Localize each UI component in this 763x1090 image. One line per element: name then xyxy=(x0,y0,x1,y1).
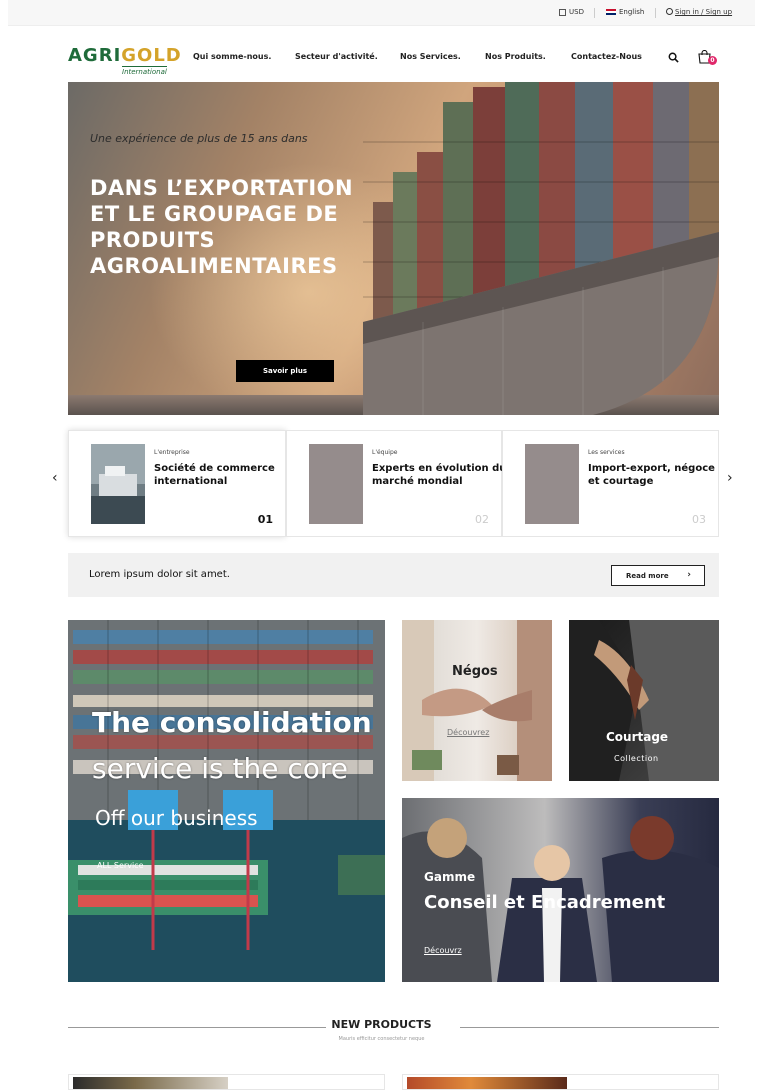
currency-selector[interactable]: USD xyxy=(559,8,584,16)
currency-icon xyxy=(559,8,566,16)
handshake-image xyxy=(402,620,552,781)
logo-subtitle: International xyxy=(122,66,167,76)
decouvrz-link[interactable]: Découvrz xyxy=(424,946,462,955)
hero-tagline: Une expérience de plus de 15 ans dans xyxy=(90,132,308,145)
logo-text: AGRIGOLD xyxy=(68,45,182,66)
tile-sublabel: Collection xyxy=(614,754,659,763)
nav-secteur-activite[interactable]: Secteur d'activité. xyxy=(295,52,378,61)
product-image xyxy=(73,1077,228,1089)
container-ship-image xyxy=(363,82,719,415)
feature-card[interactable]: L'entreprise Société de commerce interna… xyxy=(68,430,286,537)
search-icon[interactable] xyxy=(668,52,679,63)
card-kicker: L'équipe xyxy=(372,449,398,456)
card-number: 03 xyxy=(692,513,706,526)
cart-count-badge: 0 xyxy=(708,56,717,65)
feature-card[interactable]: L'équipe Experts en évolution du marché … xyxy=(286,430,506,537)
card-title: Experts en évolution du marché mondial xyxy=(372,463,507,487)
tile-label: Conseil et Encadrement xyxy=(424,892,666,913)
banner-text: Lorem ipsum dolor sit amet. xyxy=(89,569,230,580)
consolidation-tile[interactable]: The consolidation service is the core Of… xyxy=(68,620,385,982)
currency-label: USD xyxy=(569,8,584,16)
card-title: Société de commerce international xyxy=(154,463,275,487)
account-link[interactable]: Sign in / Sign up xyxy=(665,8,732,16)
carousel-next-arrow[interactable]: › xyxy=(727,470,733,486)
divider xyxy=(655,8,656,18)
card-thumbnail-placeholder xyxy=(309,444,363,524)
card-thumbnail-placeholder xyxy=(525,444,579,524)
nav-qui-somme-nous[interactable]: Qui somme-nous. xyxy=(193,52,271,61)
product-card[interactable] xyxy=(68,1074,385,1090)
tile-heading-line-1: The consolidation xyxy=(92,706,372,739)
tile-subheading: Off our business xyxy=(95,806,258,830)
hero-banner: Une expérience de plus de 15 ans dans DA… xyxy=(68,82,719,415)
port-aerial-image xyxy=(68,620,385,982)
new-products-title: NEW PRODUCTS xyxy=(331,1018,432,1031)
card-kicker: Les services xyxy=(588,449,625,456)
tile-label: Négos xyxy=(452,664,498,679)
info-banner: Lorem ipsum dolor sit amet. Read more › xyxy=(68,553,719,597)
chevron-right-icon: › xyxy=(687,570,691,580)
top-utility-bar: USD English Sign in / Sign up xyxy=(8,0,755,26)
savoir-plus-button[interactable]: Savoir plus xyxy=(236,360,334,382)
user-icon xyxy=(665,8,673,16)
new-products-subtitle: Mauris efficitur consectetur neque xyxy=(338,1036,425,1042)
product-image xyxy=(407,1077,567,1089)
tile-kicker: Gamme xyxy=(424,870,476,884)
nav-contactez-nous[interactable]: Contactez-Nous xyxy=(571,52,642,61)
nav-nos-produits[interactable]: Nos Produits. xyxy=(485,52,546,61)
uk-flag-icon xyxy=(606,9,616,15)
card-title: Import-export, négoce et courtage xyxy=(588,463,715,487)
read-more-button[interactable]: Read more › xyxy=(611,565,705,586)
tile-heading-line-2: service is the core xyxy=(92,752,348,785)
card-number: 02 xyxy=(475,513,489,526)
conseil-tile[interactable]: Gamme Conseil et Encadrement Découvrz xyxy=(402,798,719,982)
language-selector[interactable]: English xyxy=(606,8,644,16)
card-number: 01 xyxy=(257,513,273,526)
language-label: English xyxy=(619,8,645,16)
card-thumbnail-image xyxy=(91,444,145,524)
negos-tile[interactable]: Négos Découvrez xyxy=(402,620,552,781)
tile-label: Courtage xyxy=(606,730,669,744)
card-kicker: L'entreprise xyxy=(154,449,190,456)
courtage-tile[interactable]: Courtage Collection xyxy=(569,620,719,781)
feature-card[interactable]: Les services Import-export, négoce et co… xyxy=(502,430,719,537)
hero-headline: DANS L’EXPORTATION ET LE GROUPAGE DE PRO… xyxy=(90,176,354,278)
carousel-prev-arrow[interactable]: ‹ xyxy=(52,470,58,486)
product-card[interactable] xyxy=(402,1074,719,1090)
site-logo[interactable]: AGRIGOLD International xyxy=(68,45,182,79)
account-label: Sign in / Sign up xyxy=(675,8,733,16)
decouvrez-link[interactable]: Découvrez xyxy=(447,728,489,737)
all-service-link[interactable]: ALL Service xyxy=(97,861,144,870)
divider xyxy=(594,8,595,18)
read-more-label: Read more xyxy=(626,571,669,580)
nav-nos-services[interactable]: Nos Services. xyxy=(400,52,461,61)
